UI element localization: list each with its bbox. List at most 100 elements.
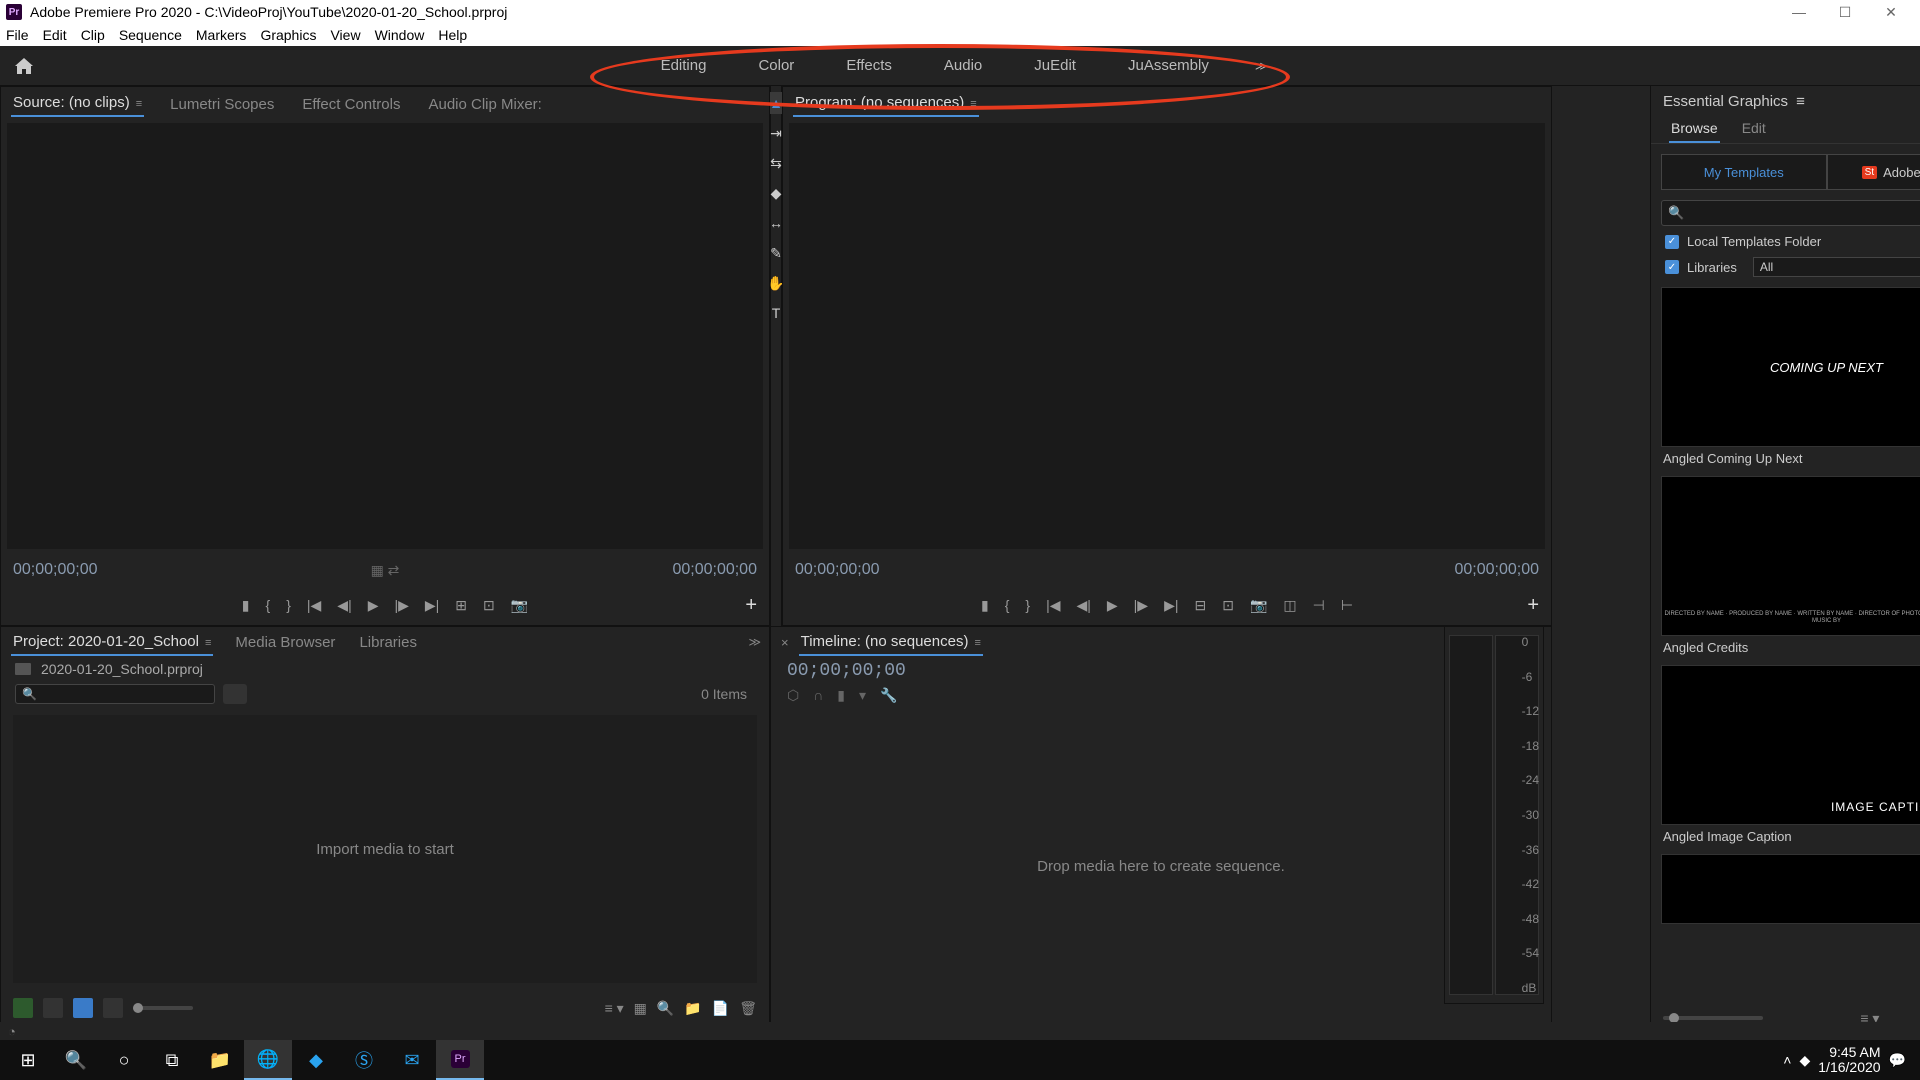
tab-audio-clip-mixer[interactable]: Audio Clip Mixer: <box>426 92 543 117</box>
eg-library-select[interactable]: All▾ <box>1753 257 1920 277</box>
out-icon[interactable]: } <box>286 597 291 613</box>
workspace-editing[interactable]: Editing <box>655 53 713 78</box>
marker-icon[interactable]: ▮ <box>981 597 989 614</box>
workspace-color[interactable]: Color <box>752 53 800 78</box>
button-editor-icon[interactable]: + <box>1527 594 1539 617</box>
sizer2-icon[interactable]: ⊢ <box>1341 597 1353 614</box>
marker-add-icon[interactable]: ▮ <box>837 687 845 704</box>
task-view-icon[interactable]: ⧉ <box>148 1040 196 1080</box>
premiere-taskbar-icon[interactable]: Pr <box>436 1040 484 1080</box>
export-frame-icon[interactable]: 📷 <box>511 597 528 614</box>
tray-app-icon[interactable]: ◆ <box>1799 1052 1810 1069</box>
workspace-juassembly[interactable]: JuAssembly <box>1122 53 1215 78</box>
list-view-icon[interactable] <box>43 998 63 1018</box>
insert-icon[interactable]: ⊞ <box>455 597 467 614</box>
notifications-icon[interactable]: 💬 <box>1889 1052 1906 1069</box>
goto-out-icon[interactable]: ▶| <box>425 597 439 614</box>
eg-zoom-slider[interactable] <box>1663 1016 1763 1020</box>
linked-icon[interactable]: ∩ <box>813 687 823 704</box>
outlook-icon[interactable]: ✉ <box>388 1040 436 1080</box>
filter-bin-icon[interactable] <box>223 684 247 704</box>
workspace-audio[interactable]: Audio <box>938 53 988 78</box>
play-icon[interactable]: ▶ <box>1107 597 1118 614</box>
search-icon[interactable]: 🔍 <box>52 1040 100 1080</box>
eg-item-credits[interactable]: DIRECTED BY NAME · PRODUCED BY NAME · WR… <box>1661 476 1920 659</box>
snap-icon[interactable]: ⬡ <box>787 687 799 704</box>
in-icon[interactable]: { <box>266 597 271 613</box>
delete-icon[interactable]: 🗑 <box>739 1000 757 1017</box>
new-bin-icon[interactable]: 📁 <box>684 1000 701 1017</box>
file-explorer-icon[interactable]: 📁 <box>196 1040 244 1080</box>
marker-icon[interactable]: ▮ <box>242 597 250 614</box>
tab-project[interactable]: Project: 2020-01-20_School≡ <box>11 629 213 656</box>
source-monitor[interactable] <box>7 123 763 549</box>
eg-tab-edit[interactable]: Edit <box>1740 116 1768 143</box>
sort-icon[interactable]: ≡ ▾ <box>605 1000 624 1017</box>
in-icon[interactable]: { <box>1005 597 1010 613</box>
settings-icon[interactable]: ▾ <box>859 687 866 704</box>
timeline-timecode[interactable]: 00;00;00;00 <box>787 661 1535 681</box>
step-fwd-icon[interactable]: |▶ <box>394 597 408 614</box>
out-icon[interactable]: } <box>1025 597 1030 613</box>
sizer-icon[interactable]: ⊣ <box>1313 597 1325 614</box>
menu-sequence[interactable]: Sequence <box>119 27 182 43</box>
menu-clip[interactable]: Clip <box>81 27 105 43</box>
step-back-icon[interactable]: ◀| <box>337 597 351 614</box>
tab-lumetri-scopes[interactable]: Lumetri Scopes <box>168 92 276 117</box>
eg-libraries-checkbox[interactable]: ✓ <box>1665 260 1679 274</box>
tab-program[interactable]: Program: (no sequences)≡ <box>793 90 979 117</box>
eg-item-live[interactable]: LIVE <box>1661 854 1920 924</box>
find-icon[interactable]: 🔍 <box>657 1000 674 1017</box>
project-search-input[interactable]: 🔍 <box>15 684 215 704</box>
button-editor-icon[interactable]: + <box>745 594 757 617</box>
close-button[interactable]: ✕ <box>1868 0 1914 24</box>
program-monitor[interactable] <box>789 123 1545 549</box>
goto-in-icon[interactable]: |◀ <box>1046 597 1060 614</box>
wrench-icon[interactable]: 🔧 <box>880 687 897 704</box>
eg-template-list[interactable]: COMING UP NEXT Angled Coming Up Next DIR… <box>1651 281 1920 1000</box>
skype-icon[interactable]: Ⓢ <box>340 1040 388 1080</box>
eg-my-templates-button[interactable]: My Templates <box>1661 154 1827 190</box>
eg-item-coming-up-next[interactable]: COMING UP NEXT Angled Coming Up Next <box>1661 287 1920 470</box>
tab-media-browser[interactable]: Media Browser <box>233 630 337 655</box>
freeform-view-icon[interactable] <box>103 998 123 1018</box>
eg-tab-browse[interactable]: Browse <box>1669 116 1720 143</box>
tab-effect-controls[interactable]: Effect Controls <box>300 92 402 117</box>
icon-view-icon[interactable] <box>73 998 93 1018</box>
maximize-button[interactable]: ☐ <box>1822 0 1868 24</box>
workspace-juedit[interactable]: JuEdit <box>1028 53 1082 78</box>
play-icon[interactable]: ▶ <box>368 597 379 614</box>
menu-window[interactable]: Window <box>375 27 425 43</box>
start-button[interactable]: ⊞ <box>4 1040 52 1080</box>
home-icon[interactable] <box>10 52 38 80</box>
step-back-icon[interactable]: ◀| <box>1076 597 1090 614</box>
timeline-body[interactable]: Drop media here to create sequence. <box>771 707 1551 1025</box>
menu-graphics[interactable]: Graphics <box>260 27 316 43</box>
menu-file[interactable]: File <box>6 27 29 43</box>
menu-help[interactable]: Help <box>438 27 467 43</box>
program-timecode-out[interactable]: 00;00;00;00 <box>1454 561 1539 579</box>
cortana-icon[interactable]: ○ <box>100 1040 148 1080</box>
eg-local-checkbox[interactable]: ✓ <box>1665 235 1679 249</box>
writable-icon[interactable] <box>13 998 33 1018</box>
new-item-icon[interactable]: 📄 <box>712 1000 729 1017</box>
menu-markers[interactable]: Markers <box>196 27 247 43</box>
teamviewer-icon[interactable]: ◆ <box>292 1040 340 1080</box>
eg-menu-icon[interactable]: ≡ <box>1796 93 1805 110</box>
program-timecode-in[interactable]: 00;00;00;00 <box>795 561 880 579</box>
source-timecode-out[interactable]: 00;00;00;00 <box>672 561 757 579</box>
overwrite-icon[interactable]: ⊡ <box>483 597 495 614</box>
eg-search-input[interactable]: 🔍 <box>1661 200 1920 226</box>
extract-icon[interactable]: ⊡ <box>1222 597 1234 614</box>
media-bin[interactable]: Import media to start <box>13 715 757 983</box>
tab-timeline[interactable]: Timeline: (no sequences)≡ <box>799 629 983 656</box>
tabs-overflow-icon[interactable]: ≫ <box>748 635 759 649</box>
export-frame-icon[interactable]: 📷 <box>1250 597 1267 614</box>
tray-overflow-icon[interactable]: ˄ <box>1783 1052 1791 1068</box>
timeline-close-icon[interactable]: × <box>781 635 789 650</box>
workspace-overflow-icon[interactable]: ≫ <box>1255 59 1266 73</box>
tab-source[interactable]: Source: (no clips)≡ <box>11 90 144 117</box>
eg-item-image-caption[interactable]: IMAGE CAPTION HERE Angled Image Caption <box>1661 665 1920 848</box>
goto-out-icon[interactable]: ▶| <box>1164 597 1178 614</box>
tab-libraries[interactable]: Libraries <box>357 630 419 655</box>
